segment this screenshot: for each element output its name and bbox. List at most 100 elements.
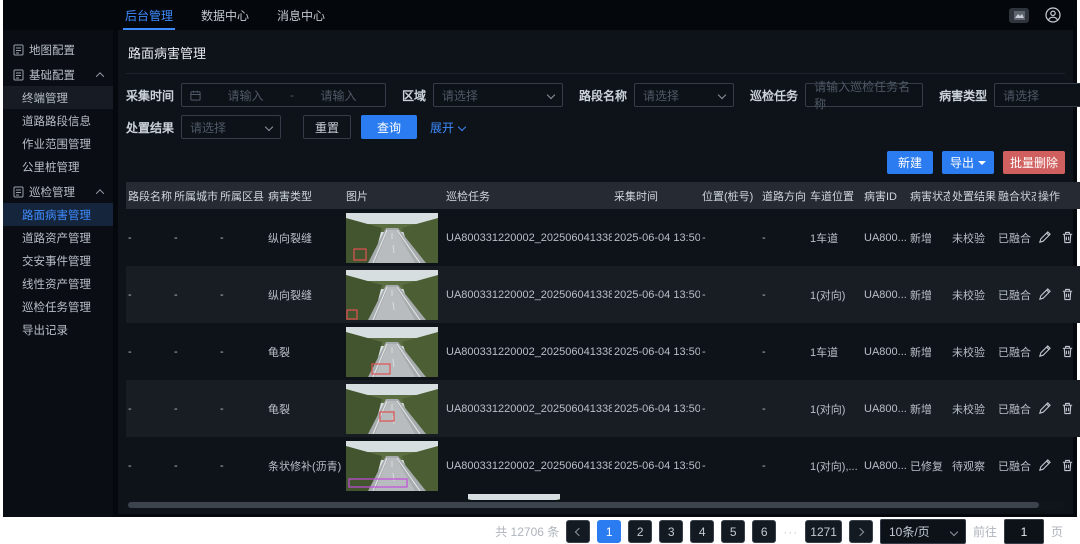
cell-stake: - bbox=[700, 437, 760, 494]
road-photo-thumbnail[interactable] bbox=[346, 384, 438, 434]
cell-operations bbox=[1036, 323, 1080, 380]
disposal-result-select[interactable]: 请选择 bbox=[181, 115, 281, 139]
edit-icon[interactable] bbox=[1038, 459, 1051, 472]
cell-city: - bbox=[172, 266, 218, 323]
cell-image bbox=[344, 209, 444, 266]
page-button-2[interactable]: 2 bbox=[628, 520, 652, 543]
date-separator: - bbox=[290, 88, 294, 102]
sidebar-item-traffic-safety-event-mgmt[interactable]: 交安事件管理 bbox=[3, 249, 113, 272]
cell-lane: 1(对向) bbox=[808, 266, 862, 323]
road-photo-thumbnail[interactable] bbox=[346, 441, 438, 491]
edit-icon[interactable] bbox=[1038, 345, 1051, 358]
sidebar-item-road-disease-mgmt[interactable]: 路面病害管理 bbox=[3, 203, 113, 226]
sidebar-item-label: 道路路段信息 bbox=[22, 113, 91, 129]
road-photo-thumbnail[interactable] bbox=[346, 270, 438, 320]
cell-direction: - bbox=[760, 380, 808, 437]
export-button[interactable]: 导出 bbox=[942, 151, 994, 174]
scrollbar-thumb[interactable] bbox=[128, 502, 1039, 508]
delete-icon[interactable] bbox=[1061, 231, 1074, 244]
cell-stake: - bbox=[700, 266, 760, 323]
next-page-button[interactable] bbox=[849, 520, 873, 543]
column-header-10: 病害ID bbox=[862, 182, 908, 209]
sidebar-item-work-scope-mgmt[interactable]: 作业范围管理 bbox=[3, 132, 113, 155]
cell-county: - bbox=[218, 209, 266, 266]
filter-row-2: 处置结果 请选择 重置 查询 展开 bbox=[126, 115, 1065, 139]
page-button-5[interactable]: 5 bbox=[721, 520, 745, 543]
sidebar-item-inspection-task-mgmt[interactable]: 巡检任务管理 bbox=[3, 295, 113, 318]
cell-lane: 1(对向),... bbox=[808, 437, 862, 494]
column-header-13: 融合状态 bbox=[996, 182, 1036, 209]
region-select[interactable]: 请选择 bbox=[433, 83, 563, 107]
chevron-down-icon bbox=[547, 91, 555, 99]
expand-filters-link[interactable]: 展开 bbox=[430, 119, 465, 136]
road-name-label: 路段名称 bbox=[579, 87, 627, 104]
pagination-bar: 共 12706 条123456···127110条/页前往1页 bbox=[126, 509, 1065, 544]
cell-image bbox=[344, 437, 444, 494]
sidebar-item-export-records[interactable]: 导出记录 bbox=[3, 318, 113, 341]
road-photo-thumbnail[interactable] bbox=[346, 213, 438, 263]
cell-city: - bbox=[172, 323, 218, 380]
delete-icon[interactable] bbox=[1061, 402, 1074, 415]
tab-admin[interactable]: 后台管理 bbox=[111, 0, 187, 30]
cell-disease-id: UA800... bbox=[862, 323, 908, 380]
page-button-6[interactable]: 6 bbox=[752, 520, 776, 543]
chevron-down-icon bbox=[950, 527, 958, 535]
table-horizontal-scrollbar[interactable] bbox=[126, 501, 1065, 509]
edit-icon[interactable] bbox=[1038, 288, 1051, 301]
sidebar-item-road-asset-mgmt[interactable]: 道路资产管理 bbox=[3, 226, 113, 249]
batch-delete-button[interactable]: 批量删除 bbox=[1003, 151, 1065, 174]
inspection-task-input[interactable]: 请输入巡检任务名称 bbox=[805, 83, 923, 107]
tab-data-center[interactable]: 数据中心 bbox=[187, 0, 263, 30]
sidebar-item-label: 交安事件管理 bbox=[22, 253, 91, 269]
road-photo-thumbnail[interactable] bbox=[346, 327, 438, 377]
disease-type-placeholder: 请选择 bbox=[1003, 87, 1039, 104]
edit-icon[interactable] bbox=[1038, 231, 1051, 244]
create-button[interactable]: 新建 bbox=[887, 151, 933, 174]
screenshot-image-icon[interactable] bbox=[1009, 8, 1029, 23]
collect-time-range-input[interactable]: 请输入 - 请输入 bbox=[181, 83, 386, 107]
page-button-3[interactable]: 3 bbox=[659, 520, 683, 543]
cell-stake: - bbox=[700, 323, 760, 380]
sidebar-item-kilometer-post-mgmt[interactable]: 公里桩管理 bbox=[3, 155, 113, 178]
sidebar-item-road-section-info[interactable]: 道路路段信息 bbox=[3, 109, 113, 132]
sidebar-item-terminal-mgmt[interactable]: 终端管理 bbox=[3, 86, 113, 109]
cell-status: 已修复 bbox=[908, 437, 950, 494]
user-avatar-icon[interactable] bbox=[1043, 6, 1063, 24]
inspection-mgmt-icon bbox=[13, 186, 24, 198]
disease-type-select[interactable]: 请选择 bbox=[994, 83, 1080, 107]
cell-city: - bbox=[172, 209, 218, 266]
sidebar-item-inspection-mgmt[interactable]: 巡检管理 bbox=[3, 180, 113, 203]
cell-fusion: 已融合 bbox=[996, 323, 1036, 380]
road-name-select[interactable]: 请选择 bbox=[634, 83, 734, 107]
cell-city: - bbox=[172, 380, 218, 437]
prev-page-button[interactable] bbox=[566, 520, 590, 543]
total-count-label: 共 12706 条 bbox=[495, 523, 559, 540]
page-button-4[interactable]: 4 bbox=[690, 520, 714, 543]
page-title: 路面病害管理 bbox=[126, 30, 1065, 74]
edit-icon[interactable] bbox=[1038, 402, 1051, 415]
column-header-4: 图片 bbox=[344, 182, 444, 209]
column-header-5: 巡检任务 bbox=[444, 182, 612, 209]
sidebar-item-linear-asset-mgmt[interactable]: 线性资产管理 bbox=[3, 272, 113, 295]
page-button-1271[interactable]: 1271 bbox=[805, 520, 842, 543]
column-header-9: 车道位置 bbox=[808, 182, 862, 209]
sidebar-item-base-config[interactable]: 基础配置 bbox=[3, 63, 113, 86]
sidebar-item-map-config[interactable]: 地图配置 bbox=[3, 38, 113, 61]
delete-icon[interactable] bbox=[1061, 288, 1074, 301]
goto-page-input[interactable]: 1 bbox=[1004, 519, 1044, 544]
action-bar: 新建 导出 批量删除 bbox=[126, 147, 1065, 182]
cell-disease-type: 纵向裂缝 bbox=[266, 209, 344, 266]
road-photo-thumbnail[interactable] bbox=[468, 494, 560, 500]
column-header-8: 道路方向 bbox=[760, 182, 808, 209]
search-button[interactable]: 查询 bbox=[361, 115, 417, 139]
page-button-1[interactable]: 1 bbox=[597, 520, 621, 543]
delete-icon[interactable] bbox=[1061, 459, 1074, 472]
reset-button[interactable]: 重置 bbox=[303, 115, 351, 139]
calendar-icon bbox=[190, 90, 201, 101]
goto-label: 前往 bbox=[973, 523, 997, 540]
goto-suffix-label: 页 bbox=[1051, 523, 1063, 540]
app-window: 后台管理 数据中心 消息中心 地图配置基础配置终端管理道路路段信息作业范围管理公… bbox=[3, 0, 1077, 517]
page-size-select[interactable]: 10条/页 bbox=[880, 519, 966, 544]
tab-message-center[interactable]: 消息中心 bbox=[263, 0, 339, 30]
delete-icon[interactable] bbox=[1061, 345, 1074, 358]
